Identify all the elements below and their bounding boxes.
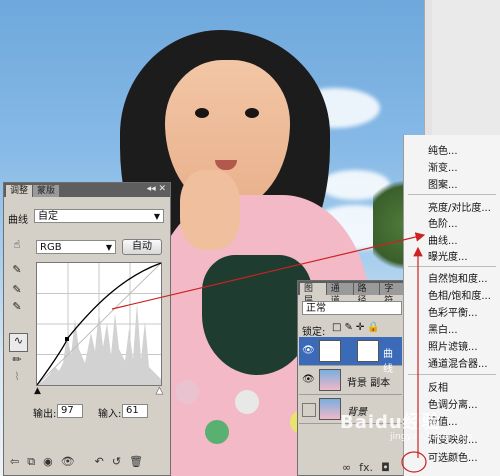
annotation-overlay	[111, 232, 427, 473]
highlight-circle	[401, 451, 427, 473]
arrow-to-curves-menu	[111, 232, 426, 310]
